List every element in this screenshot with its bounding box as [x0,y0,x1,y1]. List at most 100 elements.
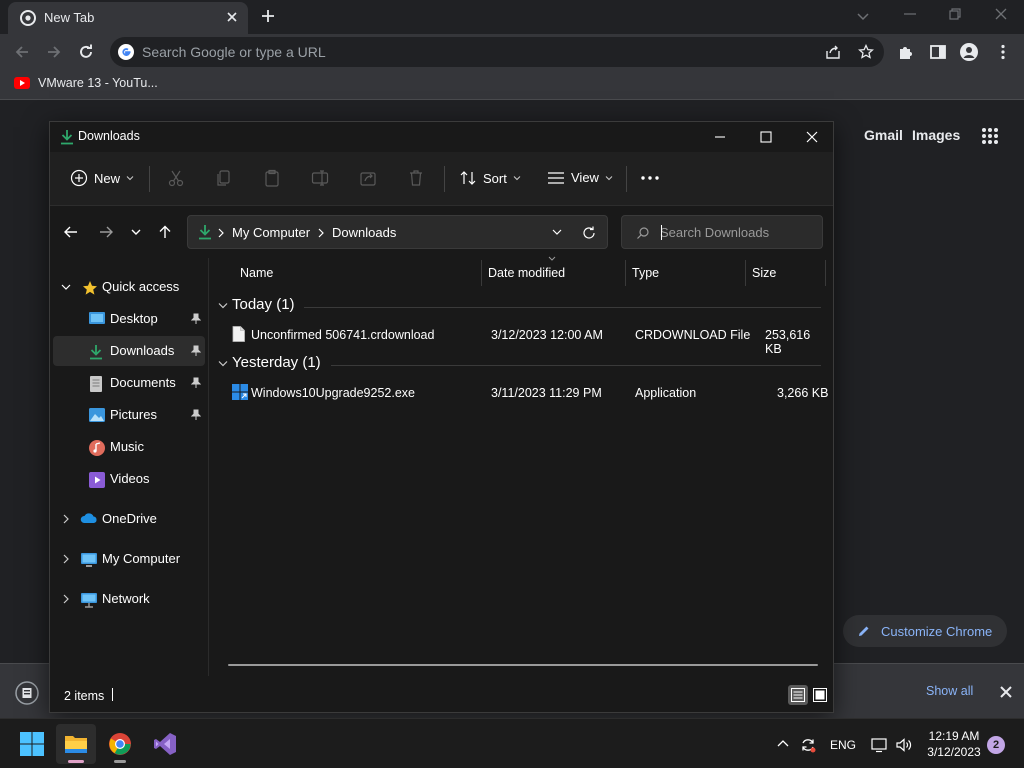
column-header-type[interactable]: Type [632,266,659,280]
tab-close-icon[interactable] [225,10,239,24]
minimize-icon[interactable] [902,6,918,22]
more-options-icon[interactable] [640,170,660,186]
column-separator[interactable] [825,260,826,286]
sync-icon[interactable] [800,737,816,753]
clock[interactable]: 12:19 AM 3/12/2023 [918,728,990,760]
column-header-date-modified[interactable]: Date modified [488,266,565,280]
breadcrumb-downloads[interactable]: Downloads [332,225,396,240]
breadcrumb-separator-icon[interactable] [218,228,224,238]
taskbar-file-explorer[interactable] [56,724,96,764]
breadcrumb-my-computer[interactable]: My Computer [232,225,310,240]
restore-icon[interactable] [947,6,963,22]
start-button[interactable] [12,724,52,764]
profile-avatar-icon[interactable] [960,43,978,61]
download-item-icon[interactable] [15,681,39,705]
column-separator[interactable] [625,260,626,286]
kebab-menu-icon[interactable] [994,43,1012,61]
delete-icon[interactable] [407,169,425,187]
chevron-up-icon[interactable] [776,737,790,751]
close-window-icon[interactable] [993,6,1009,22]
nav-my-computer[interactable]: My Computer [53,544,205,574]
group-header[interactable] [216,412,821,438]
new-button[interactable]: New [70,169,134,187]
nav-network[interactable]: Network [53,584,205,614]
forward-icon[interactable] [45,43,63,61]
rename-icon[interactable] [311,169,329,187]
chevron-right-icon[interactable] [61,594,71,604]
nav-item-pictures[interactable]: Pictures [53,400,205,430]
pin-icon[interactable] [191,313,201,325]
horizontal-scrollbar[interactable] [228,664,818,666]
view-button[interactable]: View [547,170,613,185]
explorer-title-bar[interactable]: Downloads [50,122,833,152]
sort-button[interactable]: Sort [459,170,521,186]
search-input[interactable] [660,216,815,248]
share-icon[interactable] [825,44,841,60]
column-separator[interactable] [745,260,746,286]
close-download-shelf-icon[interactable] [999,685,1013,699]
cut-icon[interactable] [167,169,185,187]
back-icon[interactable] [13,43,31,61]
explorer-maximize-icon[interactable] [759,130,773,144]
column-header-name[interactable]: Name [240,266,273,280]
share-icon[interactable] [359,169,377,187]
volume-icon[interactable] [895,737,913,753]
back-arrow-icon[interactable] [63,225,79,239]
show-all-link[interactable]: Show all [926,684,973,698]
chevron-right-icon[interactable] [61,554,71,564]
refresh-icon[interactable] [582,226,596,240]
nav-item-music[interactable]: Music [53,432,205,462]
column-header-size[interactable]: Size [752,266,776,280]
paste-icon[interactable] [263,169,281,187]
group-header-today[interactable]: Today (1) [216,293,821,319]
language-indicator[interactable]: ENG [830,738,856,752]
table-row[interactable]: Windows10Upgrade9252.exe 3/11/2023 11:29… [210,380,830,406]
nav-item-downloads[interactable]: Downloads [53,336,205,366]
tiles-view-button[interactable] [810,685,830,705]
explorer-minimize-icon[interactable] [713,130,727,144]
tab-search-icon[interactable] [855,8,871,24]
pin-icon[interactable] [191,377,201,389]
details-view-button[interactable] [788,685,808,705]
nav-quick-access[interactable]: Quick access [53,272,205,302]
address-history-chevron-icon[interactable] [551,226,563,238]
bookmark-star-icon[interactable] [858,44,874,60]
new-tab-icon[interactable] [260,8,276,24]
address-bar[interactable]: My Computer Downloads [187,215,608,249]
taskbar-chrome[interactable] [100,724,140,764]
bookmark-item[interactable]: VMware 13 - YouTu... [14,76,158,90]
nav-item-desktop[interactable]: Desktop [53,304,205,334]
google-apps-icon[interactable] [981,127,999,145]
nav-item-videos[interactable]: Videos [53,464,205,494]
group-header-yesterday[interactable]: Yesterday (1) [216,351,821,377]
network-monitor-icon[interactable] [871,737,887,753]
images-link[interactable]: Images [912,127,960,143]
nav-onedrive[interactable]: OneDrive [53,504,205,534]
reload-icon[interactable] [77,43,95,61]
explorer-close-icon[interactable] [805,130,819,144]
up-arrow-icon[interactable] [158,225,172,239]
omnibox[interactable]: Search Google or type a URL [110,37,884,67]
extensions-puzzle-icon[interactable] [897,43,915,61]
gmail-link[interactable]: Gmail [864,127,903,143]
pane-divider[interactable] [208,258,209,676]
omnibox-placeholder[interactable]: Search Google or type a URL [142,44,326,60]
nav-item-documents[interactable]: Documents [53,368,205,398]
browser-tab[interactable]: New Tab [8,2,248,34]
pin-icon[interactable] [191,345,201,357]
chevron-down-icon[interactable] [61,282,71,292]
recent-locations-chevron-icon[interactable] [130,225,142,239]
forward-arrow-icon[interactable] [98,225,114,239]
customize-chrome-button[interactable]: Customize Chrome [843,615,1007,647]
search-box[interactable] [621,215,823,249]
chevron-right-icon[interactable] [61,514,71,524]
copy-icon[interactable] [215,169,233,187]
notification-badge[interactable]: 2 [987,736,1005,754]
breadcrumb-separator-icon[interactable] [318,228,324,238]
pin-icon[interactable] [191,409,201,421]
side-panel-icon[interactable] [929,43,947,61]
table-row[interactable]: Unconfirmed 506741.crdownload 3/12/2023 … [210,322,830,356]
column-separator[interactable] [481,260,482,286]
nav-label: Videos [110,471,150,486]
taskbar-visual-studio[interactable] [145,724,185,764]
